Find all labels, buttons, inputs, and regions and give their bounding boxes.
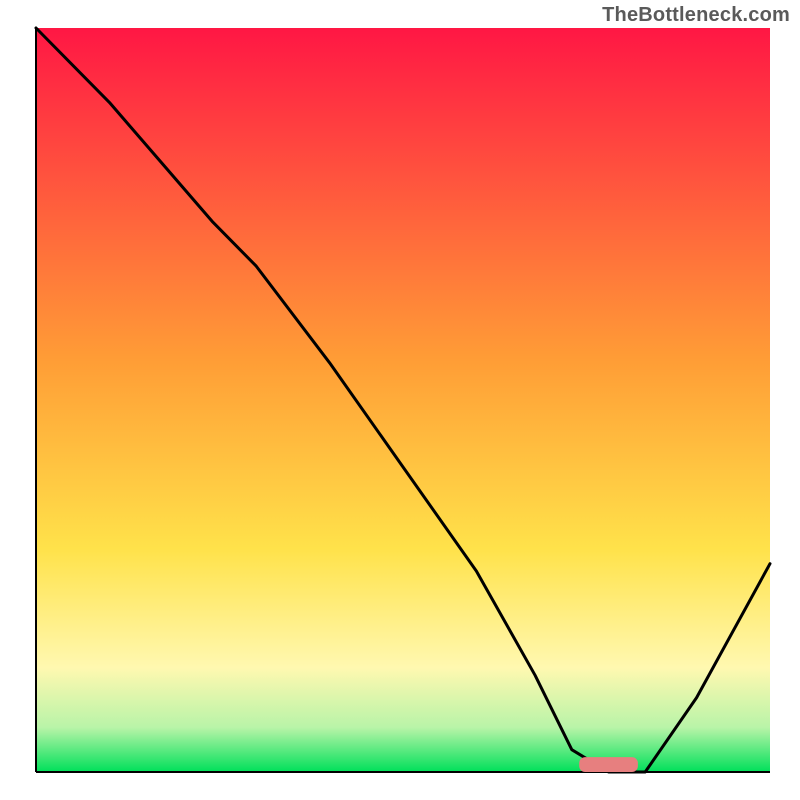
bottleneck-chart: [0, 0, 800, 800]
optimum-marker: [579, 757, 638, 772]
watermark-text: TheBottleneck.com: [602, 4, 790, 27]
gradient-panel: [36, 28, 770, 772]
